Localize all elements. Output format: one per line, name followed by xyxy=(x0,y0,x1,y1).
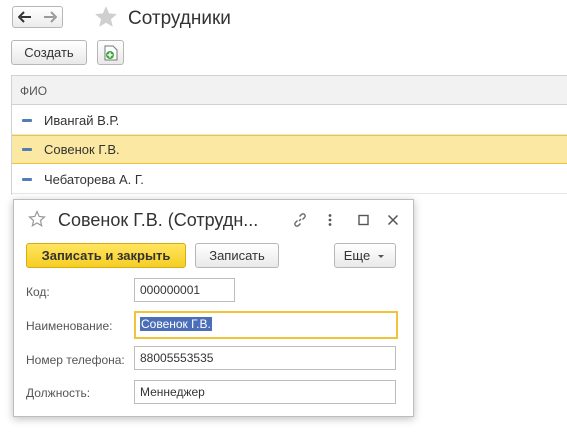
more-vertical-icon[interactable] xyxy=(326,212,334,233)
employee-form-dialog: Совенок Г.В. (Сотрудн... Записать и закр… xyxy=(13,199,414,417)
more-label: Еще xyxy=(343,248,371,263)
arrow-right-icon xyxy=(43,11,57,23)
position-label: Должность: xyxy=(26,386,91,400)
maximize-icon[interactable] xyxy=(357,212,371,233)
add-document-icon xyxy=(104,45,117,60)
phone-field[interactable]: 88005553535 xyxy=(134,346,396,370)
phone-label: Номер телефона: xyxy=(26,353,125,367)
row-name: Чебаторева А. Г. xyxy=(44,172,144,187)
name-label: Наименование: xyxy=(26,319,113,333)
add-document-button[interactable] xyxy=(97,40,124,65)
close-icon[interactable] xyxy=(386,212,400,233)
save-button[interactable]: Записать xyxy=(195,243,279,268)
save-and-close-button[interactable]: Записать и закрыть xyxy=(26,243,186,268)
more-button[interactable]: Еще xyxy=(334,243,396,268)
code-label: Код: xyxy=(26,285,50,299)
element-icon xyxy=(22,178,32,181)
list-header: ФИО xyxy=(12,76,567,105)
dialog-title: Совенок Г.В. (Сотрудн... xyxy=(58,210,259,230)
arrow-left-icon xyxy=(18,11,31,23)
row-name: Ивангай В.Р. xyxy=(44,113,120,128)
name-value: Совенок Г.В. xyxy=(140,317,212,331)
list-row[interactable]: Ивангай В.Р. xyxy=(12,106,567,135)
favorite-star-icon[interactable] xyxy=(93,4,119,35)
column-header-fio[interactable]: ФИО xyxy=(20,84,47,98)
favorite-star-icon[interactable] xyxy=(28,210,46,233)
create-button[interactable]: Создать xyxy=(11,40,87,65)
element-icon xyxy=(22,148,32,151)
list-row[interactable]: Чебаторева А. Г. xyxy=(12,165,567,194)
forward-button[interactable] xyxy=(37,6,63,28)
page-title: Сотрудники xyxy=(128,8,231,29)
code-field[interactable]: 000000001 xyxy=(134,278,235,302)
link-icon[interactable] xyxy=(292,212,308,233)
position-field[interactable]: Меннеджер xyxy=(134,380,396,404)
employees-list: ФИО Ивангай В.Р. Совенок Г.В. Чебаторева… xyxy=(11,75,567,195)
list-row-selected[interactable]: Совенок Г.В. xyxy=(12,135,567,164)
back-button[interactable] xyxy=(12,6,38,28)
name-field[interactable]: Совенок Г.В. xyxy=(134,311,398,339)
row-name: Совенок Г.В. xyxy=(44,142,120,157)
element-icon xyxy=(22,119,32,122)
chevron-down-icon xyxy=(378,254,385,258)
